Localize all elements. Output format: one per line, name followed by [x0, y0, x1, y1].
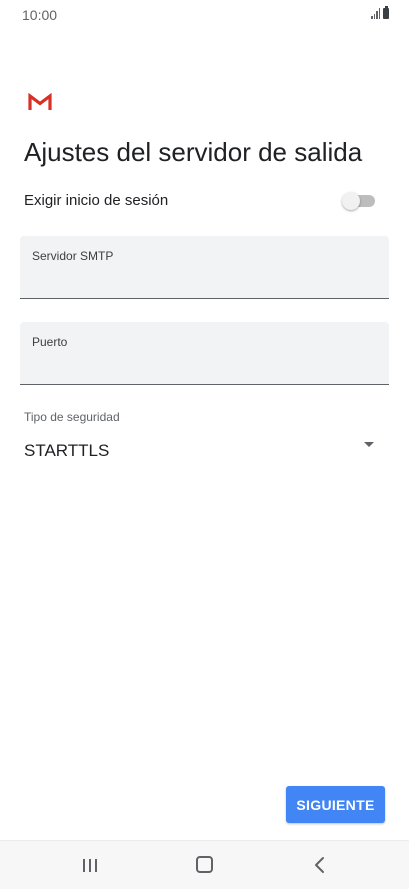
signin-required-toggle[interactable]: [342, 192, 376, 210]
dropdown-arrow-icon: [364, 442, 374, 447]
battery-icon: [383, 6, 389, 19]
page-title: Ajustes del servidor de salida: [24, 137, 363, 167]
next-button[interactable]: SIGUIENTE: [286, 786, 385, 823]
toggle-thumb: [342, 192, 360, 210]
back-icon[interactable]: [310, 855, 330, 875]
recents-icon[interactable]: [78, 851, 102, 879]
status-bar: 10:00: [0, 0, 409, 30]
status-time: 10:00: [22, 7, 58, 23]
port-input[interactable]: [32, 352, 372, 376]
security-type-value: STARTTLS: [24, 441, 110, 460]
navigation-bar: [0, 840, 409, 889]
gmail-logo-icon: [28, 92, 52, 111]
smtp-server-label: Servidor SMTP: [32, 249, 114, 263]
security-type-label: Tipo de seguridad: [24, 410, 120, 424]
port-label: Puerto: [32, 335, 68, 349]
smtp-server-input[interactable]: [32, 266, 372, 290]
signin-required-label: Exigir inicio de sesión: [24, 192, 169, 209]
security-type-select[interactable]: STARTTLS: [20, 432, 389, 470]
port-field[interactable]: Puerto: [20, 322, 389, 385]
signal-icon: [371, 8, 380, 19]
home-icon[interactable]: [196, 856, 213, 873]
status-icons: [371, 6, 389, 19]
smtp-server-field[interactable]: Servidor SMTP: [20, 236, 389, 299]
signin-required-row[interactable]: Exigir inicio de sesión: [24, 188, 376, 214]
